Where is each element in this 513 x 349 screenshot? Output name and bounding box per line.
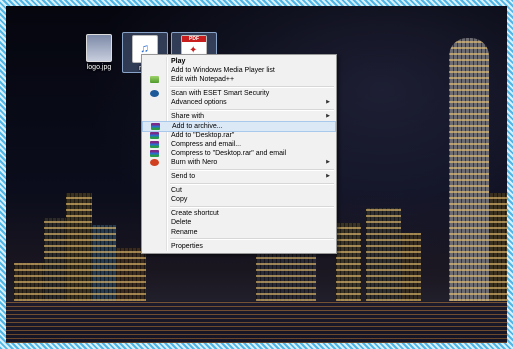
menu-item-label: Add to Windows Media Player list — [171, 67, 275, 75]
menu-item-label: Add to archive... — [172, 122, 223, 130]
desktop[interactable]: logo.jpg ♫ ra... PDF ✦ PlayAdd to Window… — [6, 6, 507, 343]
menu-item-add-to-windows-media-player-list[interactable]: Add to Windows Media Player list — [142, 66, 336, 75]
desktop-icon-logo[interactable]: logo.jpg — [77, 32, 121, 71]
submenu-arrow-icon: ▶ — [326, 173, 330, 180]
menu-item-share-with[interactable]: Share with ▶ — [142, 112, 336, 121]
menu-item-label: Compress to "Desktop.rar" and email — [171, 149, 287, 157]
menu-item-scan-with-eset-smart-security[interactable]: Scan with ESET Smart Security — [142, 89, 336, 98]
menu-item-compress-and-email[interactable]: Compress and email... — [142, 140, 336, 149]
menu-item-label: Compress and email... — [171, 140, 242, 148]
menu-item-cut[interactable]: Cut — [142, 186, 336, 195]
menu-item-send-to[interactable]: Send to ▶ — [142, 172, 336, 181]
winrar-icon — [151, 122, 160, 130]
menu-item-properties[interactable]: Properties — [142, 242, 336, 251]
menu-item-create-shortcut[interactable]: Create shortcut — [142, 209, 336, 218]
menu-item-add-to-desktop-rar[interactable]: Add to "Desktop.rar" — [142, 131, 336, 140]
menu-item-label: Rename — [171, 228, 198, 236]
menu-item-edit-with-notepad[interactable]: Edit with Notepad++ — [142, 75, 336, 84]
tower — [449, 38, 489, 343]
menu-item-label: Cut — [171, 187, 182, 195]
menu-item-rename[interactable]: Rename — [142, 228, 336, 237]
image-file-icon — [86, 34, 112, 62]
menu-item-label: Share with — [171, 113, 205, 121]
submenu-arrow-icon: ▶ — [326, 99, 330, 106]
menu-separator — [170, 238, 334, 241]
winrar-icon — [150, 149, 159, 157]
harbor-water — [6, 301, 507, 343]
menu-separator — [170, 182, 334, 185]
menu-item-label: Properties — [171, 242, 203, 250]
menu-item-label: Advanced options — [171, 99, 227, 107]
menu-item-label: Burn with Nero — [171, 158, 218, 166]
menu-item-label: Delete — [171, 219, 192, 227]
submenu-arrow-icon: ▶ — [326, 158, 330, 165]
menu-item-burn-with-nero[interactable]: Burn with Nero ▶ — [142, 158, 336, 167]
menu-item-compress-to-desktop-rar-and-email[interactable]: Compress to "Desktop.rar" and email — [142, 149, 336, 158]
submenu-arrow-icon: ▶ — [326, 113, 330, 120]
context-menu: Play Add to Windows Media Player list Edit… — [141, 54, 337, 254]
menu-item-label: Add to "Desktop.rar" — [171, 131, 235, 139]
menu-item-label: Edit with Notepad++ — [171, 76, 235, 84]
notepad-icon — [150, 76, 159, 84]
winrar-icon — [150, 131, 159, 139]
menu-item-delete[interactable]: Delete — [142, 218, 336, 227]
menu-item-label: Copy — [171, 196, 188, 204]
menu-item-label: Send to — [171, 173, 196, 181]
menu-separator — [170, 108, 334, 111]
menu-item-label: Scan with ESET Smart Security — [171, 90, 270, 98]
winrar-icon — [150, 140, 159, 148]
menu-item-label: Play — [171, 58, 186, 65]
eset-icon — [150, 90, 159, 98]
menu-item-play[interactable]: Play — [142, 57, 336, 66]
nero-icon — [150, 158, 159, 166]
desktop-icon-label: logo.jpg — [86, 64, 112, 71]
menu-item-label: Create shortcut — [171, 210, 219, 218]
menu-item-add-to-archive[interactable]: Add to archive... — [142, 120, 336, 132]
pdf-badge: PDF — [182, 36, 206, 42]
menu-separator — [170, 205, 334, 208]
menu-item-advanced-options[interactable]: Advanced options ▶ — [142, 98, 336, 107]
menu-separator — [170, 168, 334, 171]
menu-item-copy[interactable]: Copy — [142, 195, 336, 204]
menu-separator — [170, 85, 334, 88]
